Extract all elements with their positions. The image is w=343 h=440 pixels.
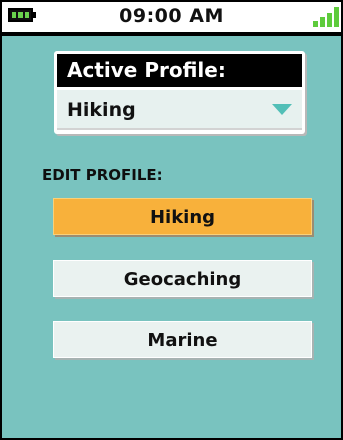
active-profile-title: Active Profile: <box>57 54 302 87</box>
device-screen: 09:00 AM Active Profile: Hiking EDIT PRO… <box>0 0 343 440</box>
marine-profile-label: Marine <box>147 330 218 351</box>
signal-bar <box>327 13 332 27</box>
clock: 09:00 AM <box>119 5 224 27</box>
signal-bar <box>334 7 339 27</box>
signal-bar <box>320 17 325 27</box>
signal-bar <box>313 21 318 27</box>
geocaching-profile-button[interactable]: Geocaching <box>53 260 312 297</box>
active-profile-panel: Active Profile: Hiking <box>54 51 305 134</box>
hiking-profile-button[interactable]: Hiking <box>53 198 312 235</box>
active-profile-dropdown[interactable]: Hiking <box>57 90 302 130</box>
signal-strength-icon <box>313 7 339 27</box>
edit-profile-label: EDIT PROFILE: <box>42 166 163 184</box>
marine-profile-button[interactable]: Marine <box>53 321 312 358</box>
hiking-profile-label: Hiking <box>149 207 216 228</box>
status-bar: 09:00 AM <box>2 2 341 36</box>
chevron-down-icon[interactable] <box>272 104 292 115</box>
active-profile-value: Hiking <box>67 99 136 121</box>
geocaching-profile-label: Geocaching <box>123 269 242 290</box>
